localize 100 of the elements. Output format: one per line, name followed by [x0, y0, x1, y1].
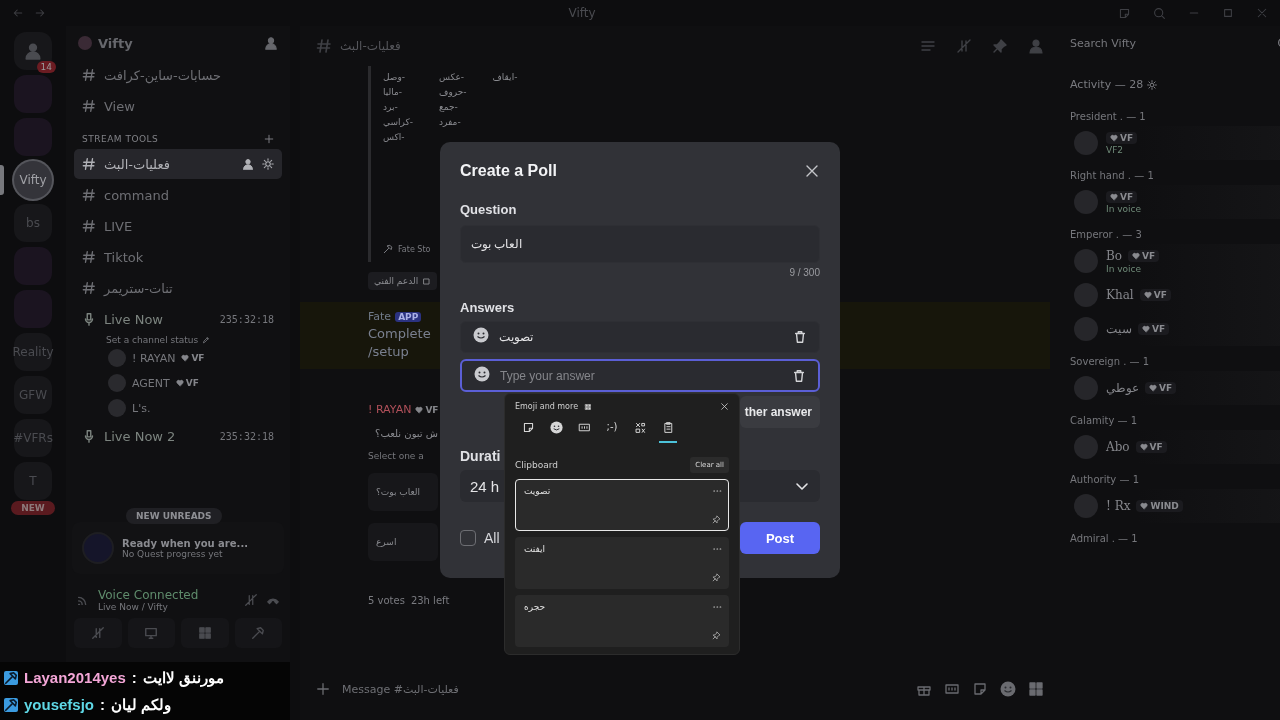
- server-icon[interactable]: Vifty: [14, 161, 52, 199]
- activities-button[interactable]: [181, 618, 229, 648]
- activity-header[interactable]: Activity — 28: [1070, 78, 1144, 91]
- channel-status[interactable]: Set a channel status: [106, 335, 199, 345]
- section-title: Clipboard: [515, 460, 558, 470]
- category-label[interactable]: STREAM TOOLS: [82, 134, 264, 144]
- voice-channel[interactable]: Live Now 235:32:18: [74, 304, 282, 334]
- trash-icon: [793, 330, 807, 344]
- add-member-icon[interactable]: [242, 158, 254, 170]
- heart-icon: [181, 354, 190, 362]
- sticker-icon[interactable]: [972, 681, 988, 697]
- channel-item[interactable]: تنات-ستريمر: [74, 273, 282, 303]
- avatar: [108, 399, 126, 417]
- pin-icon[interactable]: [992, 38, 1008, 54]
- delete-button[interactable]: [792, 368, 806, 383]
- hash-icon: [82, 68, 96, 82]
- author-name[interactable]: ! RAYAN: [368, 403, 412, 416]
- command-text: -ماليا: [383, 86, 402, 99]
- close-button[interactable]: [804, 163, 820, 179]
- gif-icon[interactable]: [944, 681, 960, 697]
- separator: :: [131, 669, 137, 686]
- clipboard-item[interactable]: تصويت: [515, 479, 729, 531]
- external-link-icon: [422, 276, 432, 286]
- panel-tab[interactable]: ;-): [603, 421, 621, 443]
- emoji-icon[interactable]: [474, 365, 490, 382]
- maximize-icon[interactable]: [1222, 7, 1234, 19]
- question-label: Question: [460, 202, 518, 217]
- screen-icon: [144, 626, 159, 640]
- vote-count: 5 votes: [368, 595, 405, 606]
- heart-icon: [175, 379, 184, 387]
- heart-icon: [1149, 384, 1157, 392]
- settings-icon[interactable]: [262, 158, 274, 170]
- avatar: [108, 349, 126, 367]
- new-badge[interactable]: NEW: [11, 501, 55, 515]
- search-field[interactable]: Search Vifty: [1070, 36, 1271, 50]
- poll-option[interactable]: العاب بوت؟: [368, 473, 438, 511]
- member-name: Khal: [1106, 288, 1134, 302]
- members-icon[interactable]: [1028, 38, 1044, 54]
- member-name[interactable]: ! RAYAN: [132, 351, 176, 365]
- chat-message: مورننق لاايت: [142, 668, 224, 687]
- screen-share-button[interactable]: [127, 618, 175, 648]
- add-answer-button[interactable]: ther answer: [740, 396, 820, 428]
- channel-item[interactable]: حسابات-ساين-كرافت: [74, 60, 282, 90]
- channel-item[interactable]: LIVE: [74, 211, 282, 241]
- clipboard-item[interactable]: ايفنت: [515, 537, 729, 589]
- server-avatar: [78, 36, 92, 50]
- windows-icon: [584, 402, 593, 411]
- channel-item[interactable]: command: [74, 180, 282, 210]
- sticker-icon: [521, 421, 535, 434]
- plus-icon[interactable]: [264, 134, 274, 144]
- heart-icon: [1110, 133, 1118, 142]
- checkbox[interactable]: [460, 530, 476, 546]
- pin-button[interactable]: [712, 631, 722, 640]
- emoji-icon[interactable]: [549, 421, 563, 434]
- new-unreads-pill[interactable]: NEW UNREADS: [126, 508, 222, 524]
- channel-item[interactable]: فعليات-البث: [74, 149, 282, 179]
- close-button[interactable]: [720, 402, 729, 411]
- chat-username: Layan2014yes: [24, 669, 126, 686]
- member-name: ! Rx: [1106, 499, 1131, 513]
- pin-button[interactable]: [712, 573, 722, 582]
- invite-icon[interactable]: [264, 36, 278, 50]
- server-name[interactable]: Vifty: [98, 35, 258, 51]
- heart-icon: [1110, 192, 1118, 201]
- author-name[interactable]: Fate: [368, 310, 392, 323]
- panel-tab[interactable]: [659, 421, 677, 443]
- voice-location[interactable]: Live Now / Vifty: [98, 602, 236, 612]
- member-name[interactable]: AGENT: [132, 376, 170, 390]
- poll-option[interactable]: اسرع: [368, 523, 438, 561]
- channel-item[interactable]: Tiktok: [74, 242, 282, 272]
- pin-icon: [712, 515, 721, 524]
- delete-button[interactable]: [793, 330, 807, 344]
- duration-label: Durati: [460, 448, 501, 464]
- support-link[interactable]: الدعم الفني: [368, 272, 438, 290]
- close-icon[interactable]: [1256, 7, 1268, 19]
- avatar: [1074, 376, 1098, 400]
- emoji-icon[interactable]: [473, 327, 489, 343]
- camera-button[interactable]: [74, 618, 122, 648]
- separator: :: [100, 696, 106, 713]
- command-text: -جمع: [439, 101, 458, 114]
- message-input[interactable]: Message #فعليات-البث: [342, 682, 904, 696]
- member-name: عوطي: [1106, 381, 1139, 395]
- command-text: -مفرد: [439, 116, 461, 129]
- command-text: -وصل: [383, 71, 406, 84]
- apps-icon[interactable]: [1028, 681, 1044, 697]
- post-button[interactable]: Post: [740, 522, 820, 554]
- answer-field[interactable]: تصويت: [460, 321, 820, 353]
- plus-icon[interactable]: [316, 682, 330, 696]
- clipboard-item[interactable]: حجره: [515, 595, 729, 647]
- answer-field[interactable]: Type your answer: [460, 359, 820, 392]
- pin-button[interactable]: [712, 515, 722, 524]
- gif-icon: [577, 421, 591, 434]
- noise-icon[interactable]: [244, 593, 258, 607]
- hash-icon: [82, 250, 96, 264]
- channel-item[interactable]: View: [74, 91, 282, 121]
- question-field[interactable]: العاب بوت: [460, 225, 820, 263]
- avatar: [1074, 494, 1098, 518]
- mute-icon[interactable]: [956, 38, 972, 54]
- member-name[interactable]: L's.: [132, 401, 151, 415]
- member-name: Bo: [1106, 248, 1123, 263]
- voice-channel[interactable]: Live Now 2 235:32:18: [74, 421, 282, 451]
